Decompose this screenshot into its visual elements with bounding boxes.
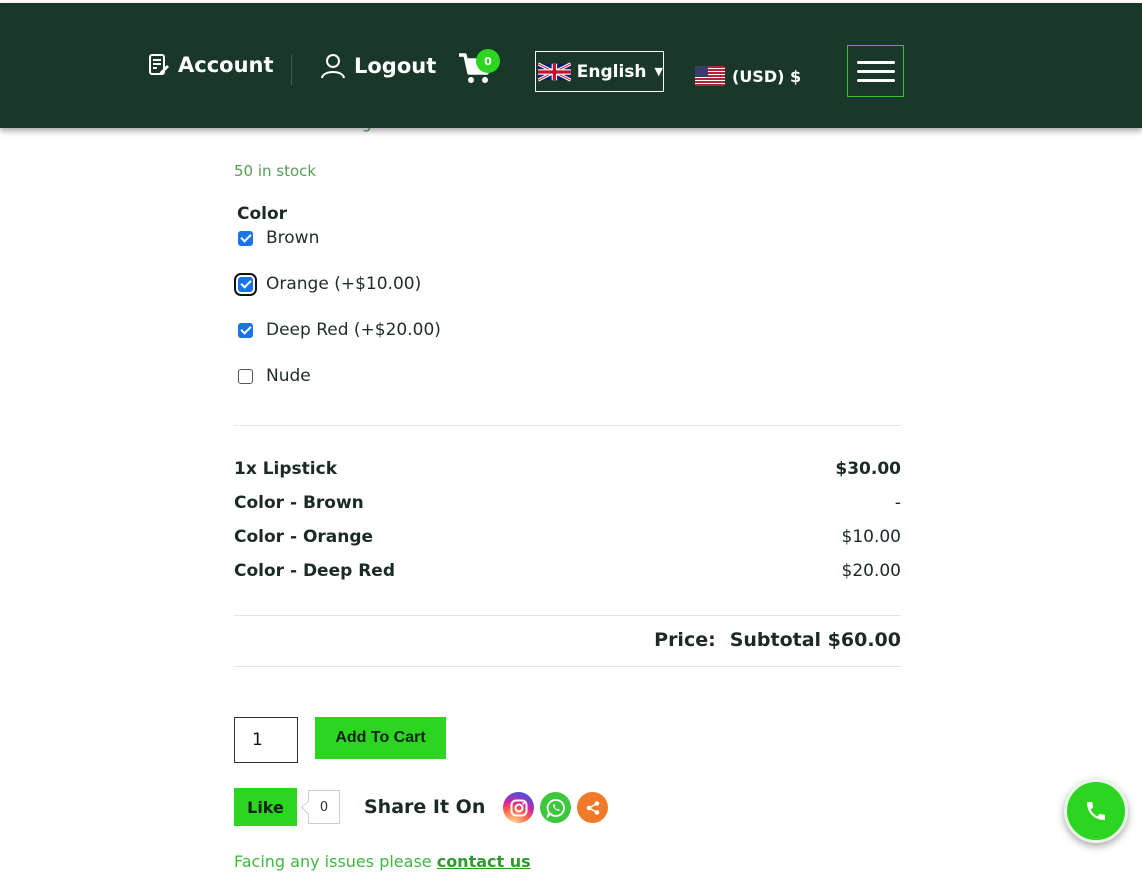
summary-value: - — [894, 493, 901, 513]
color-option-deep-red[interactable]: Deep Red (+$20.00) — [238, 320, 441, 340]
add-to-cart-button[interactable]: Add To Cart — [315, 717, 446, 759]
instagram-icon — [510, 799, 527, 816]
share-icon — [586, 800, 599, 815]
quantity-input[interactable] — [234, 717, 298, 763]
currency-label: (USD) $ — [732, 66, 802, 86]
like-count: 0 — [308, 790, 340, 824]
summary-label: Color - Orange — [234, 527, 374, 547]
logout-label: Logout — [354, 54, 437, 78]
whatsapp-share-button[interactable] — [540, 792, 571, 823]
issues-note: Facing any issues please contact us — [234, 852, 531, 871]
divider — [234, 666, 901, 667]
color-option-label: Nude — [266, 366, 311, 386]
logout-link[interactable]: Logout — [320, 53, 436, 79]
checkbox-checked[interactable] — [238, 322, 253, 338]
checkbox-checked[interactable] — [238, 230, 253, 246]
account-link[interactable]: Account — [148, 53, 274, 77]
summary-label: Color - Deep Red — [234, 561, 395, 581]
account-icon — [149, 54, 169, 75]
account-label: Account — [178, 53, 274, 77]
price-label: Price: — [654, 629, 716, 651]
site-header: Account Logout 0 English ▼ (USD) $ — [0, 3, 1142, 128]
checkbox-checked[interactable] — [234, 272, 257, 296]
price-total: Price: Subtotal $60.00 — [234, 629, 901, 651]
summary-row: 1x Lipstick $30.00 — [234, 459, 901, 479]
contact-us-link[interactable]: contact us — [437, 852, 531, 871]
menu-bar — [856, 69, 895, 73]
color-option-label: Orange (+$10.00) — [266, 274, 422, 294]
summary-row: Color - Deep Red $20.00 — [234, 561, 901, 581]
language-selector[interactable]: English ▼ — [535, 51, 664, 92]
user-icon — [321, 54, 345, 79]
language-label: English — [576, 61, 647, 82]
color-option-orange[interactable]: Orange (+$10.00) — [234, 272, 422, 296]
uk-flag-icon — [538, 61, 571, 82]
instagram-share-button[interactable] — [503, 792, 534, 823]
subtotal-value: Subtotal $60.00 — [729, 629, 901, 651]
like-button[interactable]: Like — [234, 788, 297, 826]
cart-count-badge: 0 — [476, 49, 500, 73]
us-flag-icon — [695, 66, 725, 86]
summary-row: Color - Brown - — [234, 493, 901, 513]
divider — [234, 425, 901, 426]
phone-icon — [1087, 802, 1105, 820]
color-option-label: Deep Red (+$20.00) — [266, 320, 441, 340]
summary-row: Color - Orange $10.00 — [234, 527, 901, 547]
summary-value: $30.00 — [835, 459, 901, 479]
currency-selector[interactable]: (USD) $ — [695, 66, 801, 86]
divider — [234, 615, 901, 616]
summary-value: $10.00 — [841, 527, 901, 547]
whatsapp-icon — [545, 798, 565, 818]
color-option-nude[interactable]: Nude — [238, 366, 311, 386]
color-option-title: Color — [237, 204, 288, 224]
hamburger-menu-button[interactable] — [847, 45, 904, 97]
stock-status: 50 in stock — [234, 162, 317, 180]
header-divider — [291, 55, 292, 85]
menu-bar — [856, 78, 895, 82]
color-option-label: Brown — [266, 228, 320, 248]
summary-value: $20.00 — [841, 561, 901, 581]
chevron-down-icon: ▼ — [654, 65, 663, 78]
issues-text: Facing any issues please — [234, 852, 437, 871]
share-label: Share It On — [364, 796, 486, 818]
share-button[interactable] — [577, 792, 608, 823]
checkbox-unchecked[interactable] — [238, 368, 253, 384]
summary-label: Color - Brown — [234, 493, 364, 513]
color-option-brown[interactable]: Brown — [238, 228, 319, 248]
menu-bar — [856, 60, 895, 64]
summary-label: 1x Lipstick — [234, 459, 337, 479]
like-count-value: 0 — [319, 799, 329, 815]
call-button[interactable] — [1064, 779, 1128, 843]
